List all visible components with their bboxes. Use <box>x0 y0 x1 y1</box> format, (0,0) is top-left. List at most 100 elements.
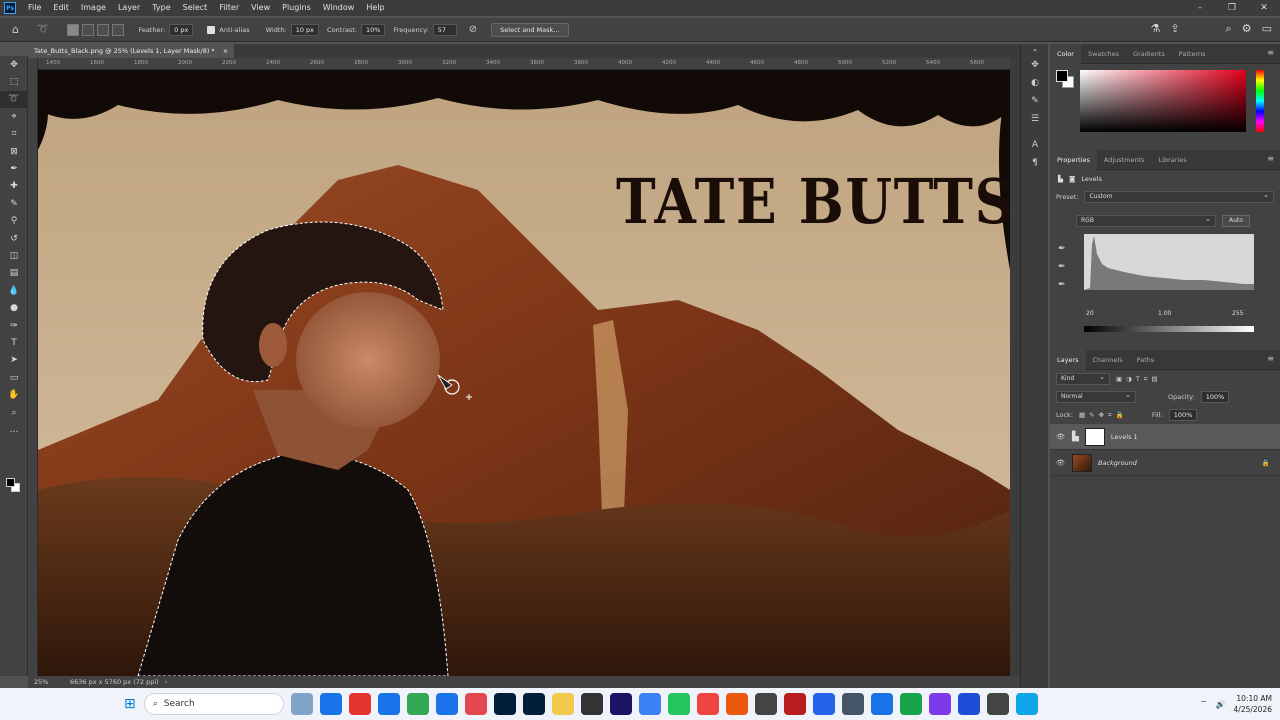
app-icon[interactable] <box>755 693 778 715</box>
widgets-icon[interactable] <box>291 693 314 715</box>
share-icon[interactable]: ⇪ <box>1170 22 1179 36</box>
filezilla-icon[interactable] <box>784 693 807 715</box>
eyedropper-tool-icon[interactable]: ✒ <box>0 160 28 177</box>
white-point-eyedropper-icon[interactable]: ✒ <box>1058 280 1066 290</box>
tab-paths[interactable]: Paths <box>1130 350 1162 370</box>
lock-icons[interactable]: ▦✎✥⌗🔒 <box>1079 411 1128 420</box>
clone-stamp-tool-icon[interactable]: ⚲ <box>0 213 28 230</box>
photoshop-icon[interactable] <box>494 693 517 715</box>
office-icon[interactable] <box>726 693 749 715</box>
chrome-profile3-icon[interactable] <box>407 693 430 715</box>
wifi-icon[interactable]: ⌔ <box>1200 699 1208 709</box>
close-tab-icon[interactable]: × <box>223 47 228 55</box>
tab-swatches[interactable]: Swatches <box>1081 44 1126 64</box>
menu-window[interactable]: Window <box>317 0 361 16</box>
tab-properties[interactable]: Properties <box>1050 149 1097 170</box>
capture-icon[interactable] <box>639 693 662 715</box>
document-tab[interactable]: Tate_Butts_Black.png @ 25% (Levels 1, La… <box>28 44 235 58</box>
calculator-icon[interactable] <box>813 693 836 715</box>
vertical-scrollbar[interactable] <box>1010 58 1020 676</box>
menu-select[interactable]: Select <box>177 0 214 16</box>
lasso-tool-icon[interactable]: ➰ <box>0 90 28 109</box>
channel-select[interactable]: RGB <box>1076 214 1216 227</box>
cmd-icon[interactable] <box>987 693 1010 715</box>
collapse-dock-icon[interactable]: « <box>1021 44 1049 56</box>
visibility-eye-icon[interactable]: 👁 <box>1056 433 1066 441</box>
shape-tool-icon[interactable]: ▭ <box>0 369 28 386</box>
marquee-tool-icon[interactable]: ⬚ <box>0 73 28 90</box>
document-canvas[interactable]: TATE BUTTS <box>38 70 1010 676</box>
navigator-icon[interactable]: ✥ <box>1021 56 1049 74</box>
chrome-profile-icon[interactable] <box>349 693 372 715</box>
file-explorer-icon[interactable] <box>552 693 575 715</box>
feather-input[interactable]: 0 px <box>169 23 194 36</box>
layer-name[interactable]: Background <box>1098 459 1137 467</box>
history-brush-tool-icon[interactable]: ↺ <box>0 230 28 247</box>
mail-icon[interactable] <box>842 693 865 715</box>
filter-icons[interactable]: ▣◑T⌗▤ <box>1116 375 1162 384</box>
tab-patterns[interactable]: Patterns <box>1172 44 1213 64</box>
blur-tool-icon[interactable]: 💧 <box>0 282 28 299</box>
new-selection-icon[interactable] <box>67 23 80 36</box>
frame-tool-icon[interactable]: ⊠ <box>0 143 28 160</box>
gradient-tool-icon[interactable]: ▤ <box>0 265 28 282</box>
menu-help[interactable]: Help <box>360 0 390 16</box>
output-levels-gradient[interactable] <box>1084 326 1254 332</box>
app-icon-2[interactable] <box>1016 693 1039 715</box>
paragraph-icon[interactable]: ¶ <box>1021 154 1049 172</box>
panel-menu-icon[interactable]: ≡ <box>1267 48 1274 57</box>
creative-cloud-icon[interactable] <box>465 693 488 715</box>
move-tool-icon[interactable]: ✥ <box>0 56 28 73</box>
eraser-tool-icon[interactable]: ◫ <box>0 247 28 264</box>
layer-name[interactable]: Levels 1 <box>1111 433 1138 441</box>
hue-slider[interactable] <box>1256 70 1264 132</box>
gray-point-eyedropper-icon[interactable]: ✒ <box>1058 262 1066 272</box>
gpu-flask-icon[interactable]: ⚗ <box>1150 22 1160 36</box>
whatsapp-icon[interactable] <box>900 693 923 715</box>
menu-image[interactable]: Image <box>75 0 112 16</box>
search-icon[interactable]: ⌕ <box>1226 22 1232 36</box>
subtract-selection-icon[interactable] <box>97 23 110 36</box>
healing-tool-icon[interactable]: ✚ <box>0 178 28 195</box>
teams-icon[interactable] <box>929 693 952 715</box>
chrome-profile2-icon[interactable] <box>378 693 401 715</box>
foreground-color-swatch[interactable] <box>6 478 15 487</box>
add-selection-icon[interactable] <box>82 23 95 36</box>
tab-color[interactable]: Color <box>1050 43 1081 64</box>
adjust-icon[interactable]: ☰ <box>1021 110 1049 128</box>
tab-adjustments[interactable]: Adjustments <box>1097 150 1152 170</box>
mask-icon[interactable]: ◙ <box>1069 175 1075 183</box>
zoom-tool-icon[interactable]: ⌕ <box>0 404 28 421</box>
tab-libraries[interactable]: Libraries <box>1152 150 1194 170</box>
contrast-input[interactable]: 10% <box>361 23 386 36</box>
photoshop-beta-icon[interactable] <box>523 693 546 715</box>
magnetic-lasso-tool-icon[interactable]: ➰ <box>37 24 49 35</box>
frequency-input[interactable]: 57 <box>432 23 457 36</box>
auto-button[interactable]: Auto <box>1222 215 1250 227</box>
menu-type[interactable]: Type <box>146 0 176 16</box>
tab-layers[interactable]: Layers <box>1050 349 1086 370</box>
preset-select[interactable]: Custom <box>1084 190 1274 203</box>
brush-settings-icon[interactable]: ✎ <box>1021 92 1049 110</box>
blend-mode-select[interactable]: Normal <box>1056 390 1136 403</box>
pen-tool-icon[interactable]: ✑ <box>0 317 28 334</box>
more-tools-icon[interactable]: … <box>0 421 28 438</box>
settings-icon[interactable]: ⚙ <box>1242 22 1252 36</box>
color-panel-foreground[interactable] <box>1056 70 1068 82</box>
input-white-value[interactable]: 255 <box>1232 310 1243 317</box>
menu-file[interactable]: File <box>22 0 47 16</box>
color-spectrum-field[interactable] <box>1080 70 1246 132</box>
chrome-icon[interactable] <box>320 693 343 715</box>
tab-gradients[interactable]: Gradients <box>1126 44 1172 64</box>
menu-plugins[interactable]: Plugins <box>276 0 317 16</box>
opacity-input[interactable]: 100% <box>1200 391 1230 403</box>
dodge-tool-icon[interactable]: ● <box>0 299 28 316</box>
layer-row-background[interactable]: 👁 Background 🔒 <box>1050 450 1280 476</box>
word-icon[interactable] <box>958 693 981 715</box>
close-icon[interactable]: ✕ <box>1248 0 1280 16</box>
crop-tool-icon[interactable]: ⌗ <box>0 126 28 143</box>
workspace-icon[interactable]: ▭ <box>1262 22 1272 36</box>
clock[interactable]: 10:10 AM 4/25/2026 <box>1234 693 1272 715</box>
status-chevron-icon[interactable]: › <box>165 678 168 686</box>
color-sampler-icon[interactable]: ◐ <box>1021 74 1049 92</box>
